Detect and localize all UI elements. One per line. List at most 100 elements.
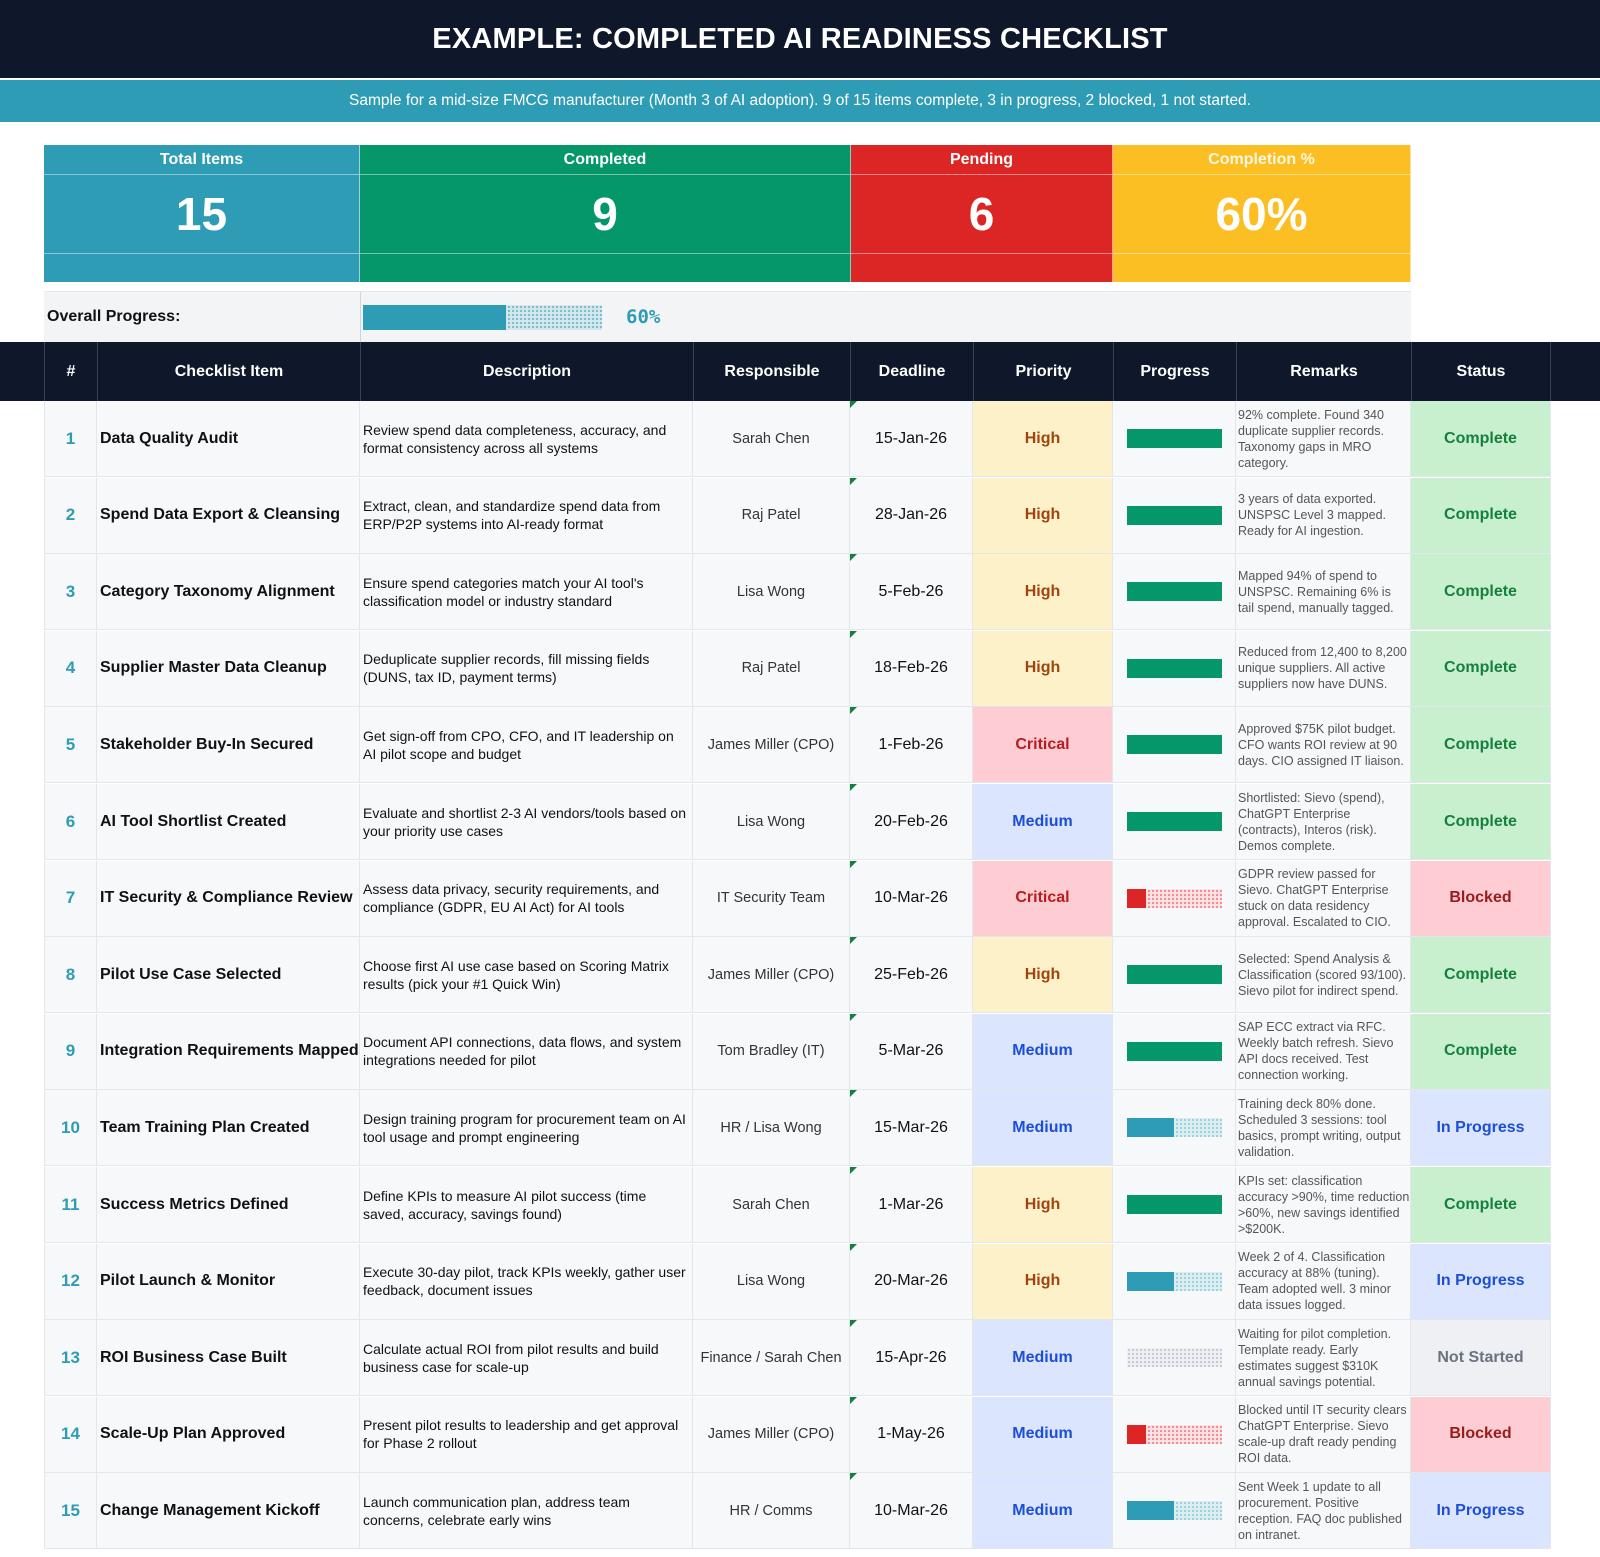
progress-bar-fill xyxy=(1126,1271,1174,1291)
deadline: 10-Mar-26 xyxy=(850,1473,973,1550)
row-number: 7 xyxy=(44,860,97,937)
row-number: 10 xyxy=(44,1090,97,1167)
checklist-item: AI Tool Shortlist Created xyxy=(97,784,360,860)
row-number: 2 xyxy=(44,477,97,554)
kpi-completion-percent: Completion % 60% xyxy=(1113,145,1411,282)
remarks: Sent Week 1 update to all procurement. P… xyxy=(1236,1473,1411,1550)
checklist-item: Team Training Plan Created xyxy=(97,1090,360,1167)
progress-bar-fill xyxy=(1126,965,1222,985)
remarks: Training deck 80% done. Scheduled 3 sess… xyxy=(1236,1090,1411,1167)
progress-cell xyxy=(1113,1013,1236,1090)
priority-badge: Critical xyxy=(973,860,1113,937)
kpi-completed-label: Completed xyxy=(360,145,850,175)
row-number: 3 xyxy=(44,554,97,631)
row-number: 6 xyxy=(44,784,97,860)
item-description: Present pilot results to leadership and … xyxy=(360,1396,693,1473)
remarks: Approved $75K pilot budget. CFO wants RO… xyxy=(1236,707,1411,784)
row-number: 5 xyxy=(44,707,97,784)
item-description: Assess data privacy, security requiremen… xyxy=(360,860,693,937)
overall-progress-row: Overall Progress: 60% xyxy=(44,291,1411,342)
progress-cell xyxy=(1113,1243,1236,1320)
row-number: 8 xyxy=(44,937,97,1014)
deadline: 15-Apr-26 xyxy=(850,1320,973,1397)
progress-bar-fill xyxy=(1126,1424,1146,1444)
checklist-item: ROI Business Case Built xyxy=(97,1320,360,1397)
column-header-number: # xyxy=(44,342,97,401)
item-description: Document API connections, data flows, an… xyxy=(360,1013,693,1090)
progress-bar xyxy=(1126,582,1222,602)
row-number: 4 xyxy=(44,630,97,707)
progress-bar-fill xyxy=(1126,888,1146,908)
overall-progress-bar xyxy=(363,305,602,330)
column-header-remarks: Remarks xyxy=(1236,342,1411,401)
progress-cell xyxy=(1113,707,1236,784)
responsible: James Miller (CPO) xyxy=(693,937,850,1014)
checklist-item: Success Metrics Defined xyxy=(97,1167,360,1243)
table-row: 13 ROI Business Case Built Calculate actua… xyxy=(0,1320,1600,1397)
priority-badge: Medium xyxy=(973,1090,1113,1167)
overall-progress-percent: 60% xyxy=(626,306,661,328)
kpi-total-items: Total Items 15 xyxy=(44,145,360,282)
checklist-item: Supplier Master Data Cleanup xyxy=(97,630,360,707)
priority-badge: High xyxy=(973,1243,1113,1320)
checklist-item: Scale-Up Plan Approved xyxy=(97,1396,360,1473)
row-number: 15 xyxy=(44,1473,97,1550)
table-row: 7 IT Security & Compliance Review Assess d… xyxy=(0,860,1600,937)
table-header: # Checklist Item Description Responsible… xyxy=(0,342,1600,401)
priority-badge: High xyxy=(973,401,1113,477)
remarks: Mapped 94% of spend to UNSPSC. Remaining… xyxy=(1236,554,1411,631)
item-description: Choose first AI use case based on Scorin… xyxy=(360,937,693,1014)
priority-badge: Medium xyxy=(973,784,1113,860)
status-badge: In Progress xyxy=(1411,1473,1551,1550)
kpi-total-label: Total Items xyxy=(44,145,359,175)
progress-bar-fill xyxy=(1126,505,1222,525)
item-description: Evaluate and shortlist 2-3 AI vendors/to… xyxy=(360,784,693,860)
status-badge: Not Started xyxy=(1411,1320,1551,1397)
progress-cell xyxy=(1113,1167,1236,1243)
status-badge: Complete xyxy=(1411,477,1551,554)
remarks: Blocked until IT security clears ChatGPT… xyxy=(1236,1396,1411,1473)
table-row: 2 Spend Data Export & Cleansing Extract, c… xyxy=(0,477,1600,554)
progress-bar-fill xyxy=(1126,735,1222,755)
kpi-pending: Pending 6 xyxy=(851,145,1113,282)
remarks: Waiting for pilot completion. Template r… xyxy=(1236,1320,1411,1397)
priority-badge: High xyxy=(973,477,1113,554)
item-description: Launch communication plan, address team … xyxy=(360,1473,693,1550)
responsible: Raj Patel xyxy=(693,630,850,707)
progress-cell xyxy=(1113,860,1236,937)
deadline: 18-Feb-26 xyxy=(850,630,973,707)
progress-bar-fill xyxy=(1126,1195,1222,1214)
progress-bar-fill xyxy=(1126,582,1222,602)
progress-bar-fill xyxy=(1126,429,1222,448)
item-description: Review spend data completeness, accuracy… xyxy=(360,401,693,477)
table-row: 14 Scale-Up Plan Approved Present pilot re… xyxy=(0,1396,1600,1473)
progress-bar xyxy=(1126,1195,1222,1214)
table-row: 1 Data Quality Audit Review spend data com… xyxy=(0,401,1600,477)
table-row: 6 AI Tool Shortlist Created Evaluate and s… xyxy=(0,784,1600,860)
checklist-item: IT Security & Compliance Review xyxy=(97,860,360,937)
progress-bar xyxy=(1126,658,1222,678)
progress-bar xyxy=(1126,1118,1222,1138)
column-header-deadline: Deadline xyxy=(850,342,973,401)
responsible: Sarah Chen xyxy=(693,1167,850,1243)
kpi-pending-value: 6 xyxy=(851,175,1112,254)
deadline: 1-May-26 xyxy=(850,1396,973,1473)
kpi-pending-label: Pending xyxy=(851,145,1112,175)
row-number: 14 xyxy=(44,1396,97,1473)
deadline: 5-Mar-26 xyxy=(850,1013,973,1090)
checklist-item: Pilot Launch & Monitor xyxy=(97,1243,360,1320)
row-number: 11 xyxy=(44,1167,97,1243)
progress-cell xyxy=(1113,1473,1236,1550)
status-badge: Complete xyxy=(1411,784,1551,860)
progress-bar xyxy=(1126,505,1222,525)
priority-badge: High xyxy=(973,554,1113,631)
progress-cell xyxy=(1113,554,1236,631)
priority-badge: Medium xyxy=(973,1013,1113,1090)
status-badge: In Progress xyxy=(1411,1243,1551,1320)
remarks: Selected: Spend Analysis & Classificatio… xyxy=(1236,937,1411,1014)
status-badge: Complete xyxy=(1411,401,1551,477)
status-badge: Complete xyxy=(1411,707,1551,784)
column-header-description: Description xyxy=(360,342,693,401)
deadline: 25-Feb-26 xyxy=(850,937,973,1014)
table-row: 4 Supplier Master Data Cleanup Deduplicate… xyxy=(0,630,1600,707)
